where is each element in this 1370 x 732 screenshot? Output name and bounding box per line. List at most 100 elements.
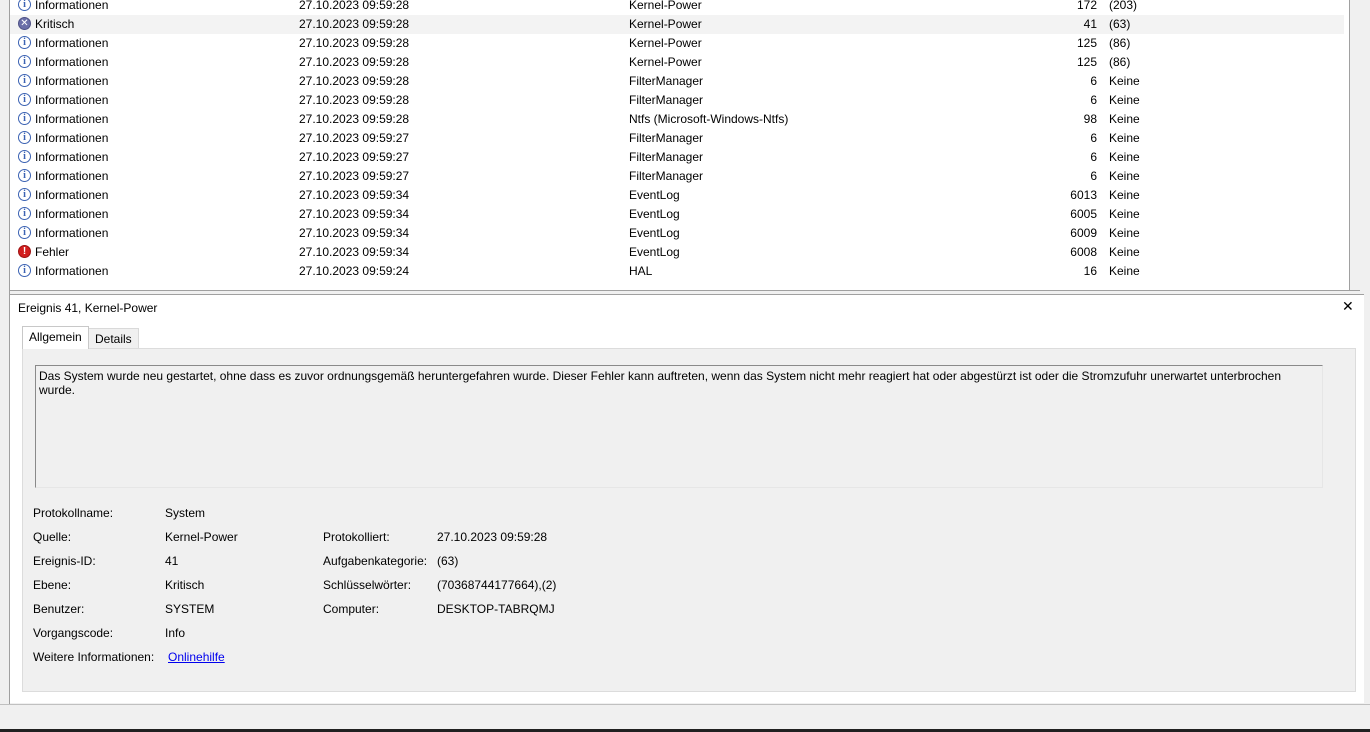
error-icon: ! bbox=[18, 245, 31, 258]
log-name-value[interactable]: System bbox=[165, 506, 205, 520]
event-task-category: Keine bbox=[1109, 226, 1140, 240]
event-source: FilterManager bbox=[629, 150, 704, 164]
event-id: 16 bbox=[1083, 264, 1097, 278]
tab-details[interactable]: Details bbox=[88, 328, 139, 349]
user-value[interactable]: SYSTEM bbox=[165, 602, 214, 616]
event-source: EventLog bbox=[629, 207, 680, 221]
opcode-value[interactable]: Info bbox=[165, 626, 185, 640]
event-date: 27.10.2023 09:59:34 bbox=[299, 188, 410, 202]
event-source: FilterManager bbox=[629, 131, 704, 145]
opcode-label: Vorgangscode: bbox=[33, 626, 114, 640]
info-icon: i bbox=[18, 93, 31, 106]
event-list-scrollbar[interactable] bbox=[1349, 0, 1360, 290]
event-task-category: Keine bbox=[1109, 264, 1140, 278]
event-level: Kritisch bbox=[35, 17, 75, 31]
event-id: 98 bbox=[1083, 112, 1097, 126]
general-tab-panel: Das System wurde neu gestartet, ohne das… bbox=[22, 348, 1356, 692]
event-task-category: Keine bbox=[1109, 188, 1140, 202]
event-row[interactable]: i Informationen 27.10.2023 09:59:34 EventLo… bbox=[10, 205, 1344, 224]
critical-icon: ✕ bbox=[18, 17, 31, 30]
event-source: Kernel-Power bbox=[629, 17, 702, 31]
keywords-label: Schlüsselwörter: bbox=[323, 578, 412, 592]
event-row[interactable]: i Informationen 27.10.2023 09:59:27 FilterM… bbox=[10, 148, 1344, 167]
event-source: EventLog bbox=[629, 188, 680, 202]
event-row[interactable]: i Informationen 27.10.2023 09:59:34 EventLo… bbox=[10, 186, 1344, 205]
source-label: Quelle: bbox=[33, 530, 72, 544]
event-id: 6005 bbox=[1070, 207, 1097, 221]
event-row[interactable]: i Informationen 27.10.2023 09:59:28 FilterM… bbox=[10, 91, 1344, 110]
info-icon: i bbox=[18, 131, 31, 144]
event-date: 27.10.2023 09:59:34 bbox=[299, 226, 410, 240]
event-task-category: Keine bbox=[1109, 150, 1140, 164]
event-date: 27.10.2023 09:59:27 bbox=[299, 169, 410, 183]
event-id: 6 bbox=[1090, 131, 1097, 145]
event-source: FilterManager bbox=[629, 169, 704, 183]
event-date: 27.10.2023 09:59:28 bbox=[299, 0, 410, 12]
status-bar bbox=[0, 704, 1370, 731]
event-date: 27.10.2023 09:59:28 bbox=[299, 93, 410, 107]
event-level: Informationen bbox=[35, 207, 109, 221]
event-row[interactable]: i Informationen 27.10.2023 09:59:34 EventLo… bbox=[10, 224, 1344, 243]
computer-label: Computer: bbox=[323, 602, 380, 616]
event-row[interactable]: i Informationen 27.10.2023 09:59:28 Ntfs (M… bbox=[10, 110, 1344, 129]
event-task-category: Keine bbox=[1109, 131, 1140, 145]
event-id: 6013 bbox=[1070, 188, 1097, 202]
event-source: Kernel-Power bbox=[629, 36, 702, 50]
source-value[interactable]: Kernel-Power bbox=[165, 530, 238, 544]
event-row[interactable]: i Informationen 27.10.2023 09:59:24 HAL 16 Ke… bbox=[10, 262, 1344, 281]
event-list[interactable]: i Informationen 27.10.2023 09:59:28 Kernel-… bbox=[10, 0, 1360, 291]
info-icon: i bbox=[18, 36, 31, 49]
event-row[interactable]: i Informationen 27.10.2023 09:59:27 FilterM… bbox=[10, 167, 1344, 186]
event-description[interactable]: Das System wurde neu gestartet, ohne das… bbox=[35, 365, 1323, 488]
event-level: Informationen bbox=[35, 188, 109, 202]
event-level: Informationen bbox=[35, 150, 109, 164]
event-level: Informationen bbox=[35, 36, 109, 50]
event-row[interactable]: ✕ Kritisch 27.10.2023 09:59:28 Kernel-Power… bbox=[10, 15, 1344, 34]
event-row[interactable]: ! Fehler 27.10.2023 09:59:34 EventLog 6008 Ke… bbox=[10, 243, 1344, 262]
close-icon[interactable]: ✕ bbox=[1342, 298, 1354, 315]
event-source: FilterManager bbox=[629, 93, 704, 107]
event-id-value[interactable]: 41 bbox=[165, 554, 178, 568]
event-task-category: Keine bbox=[1109, 112, 1140, 126]
event-source: EventLog bbox=[629, 245, 680, 259]
task-category-value[interactable]: (63) bbox=[437, 554, 458, 568]
info-icon: i bbox=[18, 74, 31, 87]
event-task-category: Keine bbox=[1109, 74, 1140, 88]
event-source: Ntfs (Microsoft-Windows-Ntfs) bbox=[629, 112, 789, 126]
event-level: Informationen bbox=[35, 0, 109, 12]
online-help-link[interactable]: Onlinehilfe bbox=[168, 650, 225, 664]
info-icon: i bbox=[18, 150, 31, 163]
event-date: 27.10.2023 09:59:27 bbox=[299, 131, 410, 145]
event-level: Informationen bbox=[35, 264, 109, 278]
event-date: 27.10.2023 09:59:34 bbox=[299, 207, 410, 221]
event-level: Informationen bbox=[35, 131, 109, 145]
info-icon: i bbox=[18, 0, 31, 11]
event-task-category: (86) bbox=[1109, 55, 1131, 69]
keywords-value[interactable]: (70368744177664),(2) bbox=[437, 578, 556, 592]
event-task-category: Keine bbox=[1109, 245, 1140, 259]
event-date: 27.10.2023 09:59:28 bbox=[299, 55, 410, 69]
event-date: 27.10.2023 09:59:28 bbox=[299, 74, 410, 88]
event-row[interactable]: i Informationen 27.10.2023 09:59:28 FilterM… bbox=[10, 72, 1344, 91]
event-id: 6009 bbox=[1070, 226, 1097, 240]
event-source: EventLog bbox=[629, 226, 680, 240]
tab-general[interactable]: Allgemein bbox=[22, 326, 89, 349]
logged-value[interactable]: 27.10.2023 09:59:28 bbox=[437, 530, 547, 544]
event-id-label: Ereignis-ID: bbox=[33, 554, 96, 568]
level-label: Ebene: bbox=[33, 578, 72, 592]
event-level: Informationen bbox=[35, 93, 109, 107]
event-row[interactable]: i Informationen 27.10.2023 09:59:28 Kernel-… bbox=[10, 53, 1344, 72]
info-icon: i bbox=[18, 188, 31, 201]
info-icon: i bbox=[18, 169, 31, 182]
window-left-border bbox=[0, 0, 10, 704]
event-row[interactable]: i Informationen 27.10.2023 09:59:27 FilterM… bbox=[10, 129, 1344, 148]
event-level: Informationen bbox=[35, 112, 109, 126]
event-date: 27.10.2023 09:59:28 bbox=[299, 112, 410, 126]
logged-label: Protokolliert: bbox=[323, 530, 390, 544]
event-row[interactable]: i Informationen 27.10.2023 09:59:28 Kernel-… bbox=[10, 0, 1344, 15]
level-value[interactable]: Kritisch bbox=[165, 578, 204, 592]
event-row[interactable]: i Informationen 27.10.2023 09:59:28 Kernel-… bbox=[10, 34, 1344, 53]
event-source: HAL bbox=[629, 264, 653, 278]
event-id: 6 bbox=[1090, 150, 1097, 164]
computer-value[interactable]: DESKTOP-TABRQMJ bbox=[437, 602, 555, 616]
